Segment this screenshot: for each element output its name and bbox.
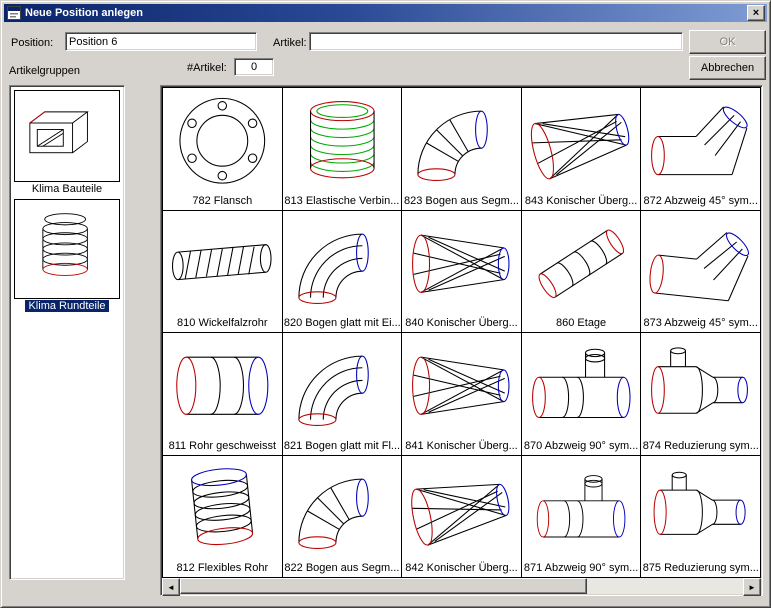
artikelgruppen-label: Artikelgruppen bbox=[9, 65, 80, 77]
article-label: 860 Etage bbox=[556, 316, 606, 331]
article-label: 872 Abzweig 45° sym... bbox=[643, 194, 757, 209]
article-label: 840 Konischer Überg... bbox=[405, 316, 518, 331]
abbrechen-button[interactable]: Abbrechen bbox=[689, 56, 766, 80]
smooth-elbow-icon bbox=[283, 333, 402, 439]
article-cell[interactable]: 871 Abzweig 90° sym... bbox=[522, 456, 642, 579]
article-label: 813 Elastische Verbin... bbox=[284, 194, 399, 209]
segment-elbow-icon bbox=[283, 456, 402, 562]
dialog-window: Neue Position anlegen × Position: Artike… bbox=[0, 0, 771, 608]
branch-90-icon bbox=[522, 456, 641, 562]
artikel-count-value: 0 bbox=[234, 58, 274, 76]
article-cell[interactable]: 820 Bogen glatt mit Ei... bbox=[283, 211, 403, 334]
conical-transition-icon bbox=[402, 333, 521, 439]
rect-duct-icon bbox=[15, 91, 119, 181]
welded-pipe-icon bbox=[163, 333, 282, 439]
article-label: 841 Konischer Überg... bbox=[405, 439, 518, 454]
article-label: 821 Bogen glatt mit Fl... bbox=[284, 439, 400, 454]
article-cell[interactable]: 782 Flansch bbox=[163, 88, 283, 211]
scroll-right-button[interactable]: ► bbox=[743, 578, 761, 596]
article-cell[interactable]: 811 Rohr geschweisst bbox=[163, 333, 283, 456]
article-cell[interactable]: 821 Bogen glatt mit Fl... bbox=[283, 333, 403, 456]
close-button[interactable]: × bbox=[747, 5, 765, 21]
artikel-count-label: #Artikel: bbox=[187, 62, 227, 74]
position-label: Position: bbox=[11, 37, 53, 49]
article-cell[interactable]: 840 Konischer Überg... bbox=[402, 211, 522, 334]
article-label: 842 Konischer Überg... bbox=[405, 561, 518, 576]
article-grid: 782 Flansch 813 Elastische Verbin... 823… bbox=[162, 87, 761, 578]
article-label: 874 Reduzierung sym... bbox=[643, 439, 759, 454]
article-label: 870 Abzweig 90° sym... bbox=[524, 439, 638, 454]
reducer-icon bbox=[641, 456, 760, 562]
article-cell[interactable]: 870 Abzweig 90° sym... bbox=[522, 333, 642, 456]
offset-etage-icon bbox=[522, 211, 641, 317]
article-label: 811 Rohr geschweisst bbox=[169, 439, 276, 454]
article-label: 820 Bogen glatt mit Ei... bbox=[284, 316, 400, 331]
conical-transition-icon bbox=[402, 211, 521, 317]
article-cell[interactable]: 822 Bogen aus Segm... bbox=[283, 456, 403, 579]
ok-button[interactable]: OK bbox=[689, 30, 766, 54]
flexible-pipe-icon bbox=[163, 456, 282, 562]
horizontal-scrollbar[interactable]: ◄ ► bbox=[162, 578, 761, 594]
article-cell[interactable]: 810 Wickelfalzrohr bbox=[163, 211, 283, 334]
scrollbar-thumb[interactable] bbox=[180, 578, 587, 594]
window-title: Neue Position anlegen bbox=[25, 7, 747, 19]
scrollbar-track[interactable] bbox=[180, 578, 743, 594]
group-label-klima-bauteile[interactable]: Klima Bauteile bbox=[10, 183, 124, 195]
article-cell[interactable]: 873 Abzweig 45° sym... bbox=[641, 211, 761, 334]
branch-90-icon bbox=[522, 333, 641, 439]
round-duct-icon bbox=[15, 200, 119, 298]
article-cell[interactable]: 843 Konischer Überg... bbox=[522, 88, 642, 211]
branch-45-icon bbox=[641, 88, 760, 194]
group-item-klima-bauteile[interactable] bbox=[14, 90, 120, 182]
article-label: 822 Bogen aus Segm... bbox=[284, 561, 399, 576]
article-cell[interactable]: 823 Bogen aus Segm... bbox=[402, 88, 522, 211]
article-cell[interactable]: 841 Konischer Überg... bbox=[402, 333, 522, 456]
article-cell[interactable]: 860 Etage bbox=[522, 211, 642, 334]
article-label: 810 Wickelfalzrohr bbox=[177, 316, 267, 331]
branch-45-icon bbox=[641, 211, 760, 317]
article-label: 875 Reduzierung sym... bbox=[643, 561, 759, 576]
article-label: 812 Flexibles Rohr bbox=[176, 561, 268, 576]
elastic-connector-icon bbox=[283, 88, 402, 194]
window-icon bbox=[7, 6, 21, 20]
article-label: 871 Abzweig 90° sym... bbox=[524, 561, 638, 576]
titlebar[interactable]: Neue Position anlegen × bbox=[4, 4, 767, 22]
spiral-pipe-icon bbox=[163, 211, 282, 317]
group-label-klima-rundteile[interactable]: Klima Rundteile bbox=[10, 300, 124, 312]
article-cell[interactable]: 872 Abzweig 45° sym... bbox=[641, 88, 761, 211]
article-cell[interactable]: 874 Reduzierung sym... bbox=[641, 333, 761, 456]
reducer-icon bbox=[641, 333, 760, 439]
conical-transition-icon bbox=[402, 456, 521, 562]
position-input[interactable] bbox=[65, 32, 257, 51]
flange-icon bbox=[163, 88, 282, 194]
article-label: 782 Flansch bbox=[192, 194, 252, 209]
article-label: 823 Bogen aus Segm... bbox=[404, 194, 519, 209]
article-cell[interactable]: 812 Flexibles Rohr bbox=[163, 456, 283, 579]
article-label: 843 Konischer Überg... bbox=[525, 194, 638, 209]
group-item-klima-rundteile[interactable] bbox=[14, 199, 120, 299]
article-grid-panel: 782 Flansch 813 Elastische Verbin... 823… bbox=[160, 85, 763, 596]
article-cell[interactable]: 875 Reduzierung sym... bbox=[641, 456, 761, 579]
smooth-elbow-icon bbox=[283, 211, 402, 317]
conical-transition-icon bbox=[522, 88, 641, 194]
article-label: 873 Abzweig 45° sym... bbox=[643, 316, 757, 331]
article-cell[interactable]: 813 Elastische Verbin... bbox=[283, 88, 403, 211]
artikel-input[interactable] bbox=[309, 32, 683, 51]
scroll-left-button[interactable]: ◄ bbox=[162, 578, 180, 596]
artikel-label: Artikel: bbox=[273, 37, 307, 49]
segment-elbow-icon bbox=[402, 88, 521, 194]
artikelgruppen-list[interactable]: Klima Bauteile Klima Rundteile bbox=[9, 85, 125, 580]
article-cell[interactable]: 842 Konischer Überg... bbox=[402, 456, 522, 579]
